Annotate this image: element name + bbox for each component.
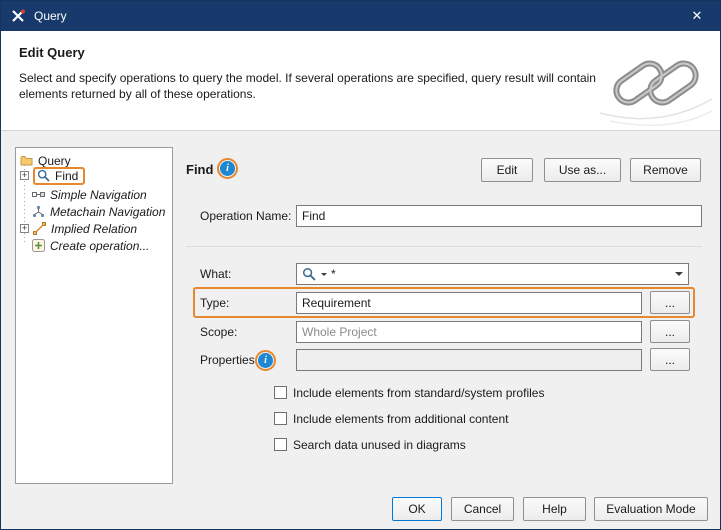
window-title: Query <box>34 9 67 23</box>
find-selection-highlight: Find <box>33 167 85 185</box>
type-label: Type: <box>200 292 229 314</box>
tree-item-implied-relation[interactable]: + Implied Relation <box>16 220 172 237</box>
include-standard-profiles-checkbox[interactable] <box>274 386 287 399</box>
type-input[interactable]: Requirement <box>296 292 642 314</box>
description-line2: elements returned by all of these operat… <box>19 87 256 101</box>
detail-title: Find <box>186 162 213 177</box>
implied-relation-icon <box>33 222 46 235</box>
scope-more-button[interactable]: ... <box>650 320 690 343</box>
search-options-arrow-icon[interactable] <box>321 273 327 276</box>
remove-button[interactable]: Remove <box>630 158 701 182</box>
search-icon <box>302 267 316 281</box>
ok-button[interactable]: OK <box>392 497 442 521</box>
operation-name-input[interactable]: Find <box>296 205 702 227</box>
properties-info-highlight: i <box>255 350 276 371</box>
tree-item-label: Metachain Navigation <box>48 205 167 219</box>
type-more-button[interactable]: ... <box>650 291 690 314</box>
search-unused-data-label: Search data unused in diagrams <box>293 438 466 452</box>
simple-navigation-icon <box>32 188 45 201</box>
chain-illustration-icon <box>600 43 712 127</box>
tree-item-label: Implied Relation <box>49 222 139 236</box>
description-line1: Select and specify operations to query t… <box>19 71 596 85</box>
operation-name-label: Operation Name: <box>200 205 291 227</box>
what-value: * <box>331 267 336 281</box>
include-standard-profiles-label: Include elements from standard/system pr… <box>293 386 544 400</box>
tree-item-label: Find <box>53 169 80 183</box>
tree-root-label: Query <box>36 154 73 168</box>
what-label: What: <box>200 263 231 285</box>
tree-item-metachain-navigation[interactable]: Metachain Navigation <box>16 203 172 220</box>
tree-item-label: Simple Navigation <box>48 188 149 202</box>
metachain-navigation-icon <box>32 205 45 218</box>
info-icon[interactable]: i <box>220 161 235 176</box>
query-dialog: Query ✕ Edit Query Select and specify op… <box>0 0 721 530</box>
properties-label: Properties: <box>200 349 258 371</box>
app-logo-icon <box>10 8 26 24</box>
tree-item-create-operation[interactable]: Create operation... <box>16 237 172 254</box>
use-as-button[interactable]: Use as... <box>544 158 621 182</box>
cancel-button[interactable]: Cancel <box>451 497 514 521</box>
include-additional-content-checkbox[interactable] <box>274 412 287 425</box>
include-additional-content-label: Include elements from additional content <box>293 412 508 426</box>
properties-input[interactable] <box>296 349 642 371</box>
dialog-header: Edit Query Select and specify operations… <box>1 31 720 131</box>
chevron-down-icon[interactable] <box>670 265 687 283</box>
what-combobox[interactable]: * <box>296 263 689 285</box>
page-title: Edit Query <box>19 45 85 60</box>
help-button[interactable]: Help <box>523 497 586 521</box>
title-bar: Query ✕ <box>1 1 720 31</box>
evaluation-mode-button[interactable]: Evaluation Mode <box>594 497 708 521</box>
expand-icon[interactable]: + <box>20 224 29 233</box>
tree-item-simple-navigation[interactable]: Simple Navigation <box>16 186 172 203</box>
scope-label: Scope: <box>200 321 237 343</box>
create-operation-plus-icon <box>32 239 45 252</box>
magnifier-icon <box>37 169 50 182</box>
scope-input[interactable]: Whole Project <box>296 321 642 343</box>
properties-more-button[interactable]: ... <box>650 348 690 371</box>
section-divider <box>186 246 702 247</box>
close-icon: ✕ <box>692 8 703 24</box>
edit-button[interactable]: Edit <box>481 158 533 182</box>
info-icon[interactable]: i <box>258 353 273 368</box>
find-info-highlight: i <box>217 158 238 179</box>
expand-icon[interactable]: + <box>20 171 29 180</box>
query-folder-icon <box>20 155 33 166</box>
operations-tree: Query + Find Simple Navigation Metachain… <box>15 147 173 484</box>
tree-item-label: Create operation... <box>48 239 151 253</box>
close-button[interactable]: ✕ <box>674 1 720 31</box>
search-unused-data-checkbox[interactable] <box>274 438 287 451</box>
tree-item-find[interactable]: + Find <box>16 167 172 184</box>
